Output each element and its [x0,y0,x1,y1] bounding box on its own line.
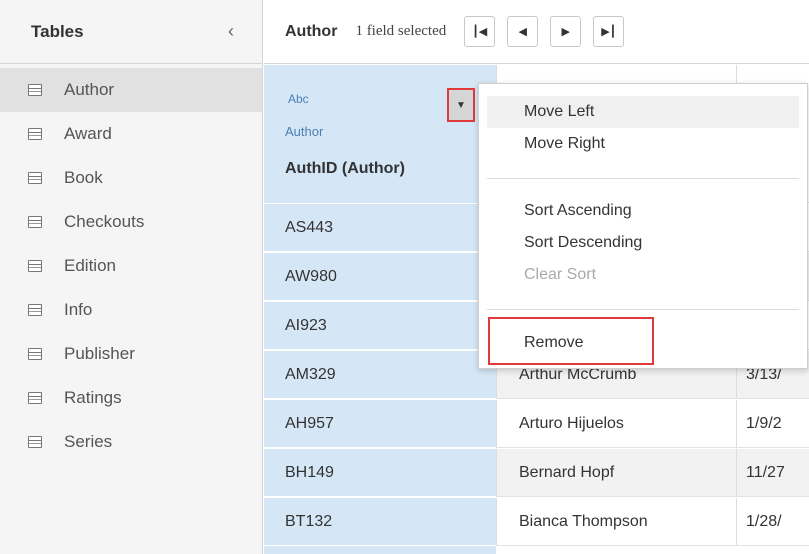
cell-name[interactable]: Bianca Thompson [496,498,736,546]
sort-ascending-menu-item[interactable]: Sort Ascending [479,195,807,227]
cell-authid[interactable]: AW980 [264,253,496,301]
table-item-publisher[interactable]: Publisher [0,332,262,376]
table-list: Author Award Book Checkouts Edition Info… [0,64,262,464]
table-item-label: Book [64,168,103,187]
table-item-book[interactable]: Book [0,156,262,200]
cell-name[interactable]: Arturo Hijuelos [496,400,736,448]
table-icon [28,216,42,228]
table-item-series[interactable]: Series [0,420,262,464]
previous-page-button[interactable]: ◀ [507,16,539,47]
table-row: BH149 Bernard Hopf 11/27 [264,448,809,497]
sidebar-header: Tables ‹ [0,0,262,64]
cell-date[interactable]: 11/27 [736,449,809,497]
next-page-button[interactable]: ▶ [550,16,582,47]
table-icon [28,172,42,184]
grid-toolbar: Author 1 field selected ┃◀ ◀ ▶ ▶┃ [264,0,809,64]
table-item-label: Award [64,124,112,143]
arrow-left-icon: ◀ [518,26,527,38]
sort-descending-menu-item[interactable]: Sort Descending [479,227,807,259]
column-source-table: Author [285,124,324,139]
table-item-checkouts[interactable]: Checkouts [0,200,262,244]
table-item-label: Publisher [64,344,135,363]
table-item-label: Series [64,432,113,451]
cell-authid[interactable]: BH149 [264,449,496,497]
column-field-name[interactable]: AuthID (Author) [285,160,405,178]
table-row: BT132 Bianca Thompson 1/28/ [264,497,809,546]
move-right-menu-item[interactable]: Move Right [479,128,807,160]
table-icon [28,436,42,448]
tables-sidebar: Tables ‹ Author Award Book Checkouts Edi… [0,0,263,554]
skip-first-icon: ┃◀ [472,26,488,38]
table-icon [28,348,42,360]
table-row: AH957 Arturo Hijuelos 1/9/2 [264,399,809,448]
table-item-label: Info [64,300,93,319]
table-icon [28,260,42,272]
table-item-ratings[interactable]: Ratings [0,376,262,420]
table-item-label: Checkouts [64,212,145,231]
cell-date[interactable]: 1/9/2 [736,400,809,448]
table-icon [28,304,42,316]
menu-divider [487,309,799,310]
table-icon [28,128,42,140]
cell-authid[interactable]: AS443 [264,204,496,252]
chevron-left-icon[interactable]: ‹ [228,21,234,42]
cell-authid[interactable]: AI923 [264,302,496,350]
move-left-menu-item[interactable]: Move Left [487,96,799,128]
first-page-button[interactable]: ┃◀ [464,16,496,47]
menu-divider [487,178,799,179]
skip-last-icon: ▶┃ [601,26,617,38]
string-type-icon[interactable]: Abc [288,92,309,106]
cell-authid[interactable]: AH957 [264,400,496,448]
column-context-menu: Move Left Move Right Sort Ascending Sort… [478,83,808,369]
cell-authid[interactable]: BT132 [264,498,496,546]
table-item-label: Ratings [64,388,122,407]
column-header-authid[interactable]: Abc Author AuthID (Author) ▼ [264,65,496,203]
current-table-name: Author [285,22,338,40]
table-icon [28,392,42,404]
cell-authid[interactable]: AM329 [264,351,496,399]
clear-sort-menu-item: Clear Sort [524,266,597,283]
table-item-label: Edition [64,256,116,275]
selection-status: 1 field selected [355,23,447,39]
cell-name[interactable]: Bernard Hopf [496,449,736,497]
table-icon [28,84,42,96]
last-page-button[interactable]: ▶┃ [593,16,625,47]
arrow-right-icon: ▶ [561,26,570,38]
remove-highlight-box [488,317,654,365]
table-item-info[interactable]: Info [0,288,262,332]
caret-down-icon: ▼ [456,99,466,111]
sidebar-title: Tables [31,21,84,41]
table-item-award[interactable]: Award [0,112,262,156]
column-menu-button[interactable]: ▼ [447,88,475,122]
table-item-edition[interactable]: Edition [0,244,262,288]
table-item-author[interactable]: Author [0,68,262,112]
cell-date[interactable]: 1/28/ [736,498,809,546]
table-item-label: Author [64,80,115,99]
